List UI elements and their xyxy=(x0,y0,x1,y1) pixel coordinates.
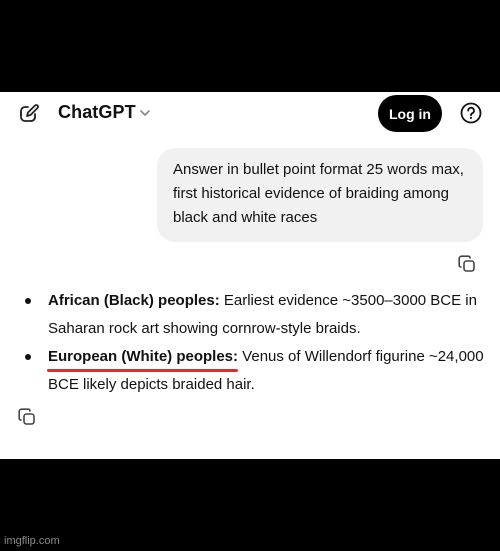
top-bar: ChatGPT Log in xyxy=(0,92,500,134)
highlight-underline-wrap: European (White) peoples: xyxy=(47,343,239,372)
user-message-bubble: Answer in bullet point format 25 words m… xyxy=(157,148,483,242)
assistant-answer: African (Black) peoples: Earliest eviden… xyxy=(20,287,490,399)
model-title[interactable]: ChatGPT xyxy=(58,102,136,123)
bullet-dot xyxy=(25,298,31,304)
answer-bullet: African (Black) peoples: Earliest eviden… xyxy=(20,287,490,343)
copy-icon[interactable] xyxy=(18,408,36,426)
edit-icon[interactable] xyxy=(19,104,39,124)
imgflip-watermark: imgflip.com xyxy=(4,535,60,547)
chevron-down-icon[interactable] xyxy=(139,107,151,119)
chat-screen: ChatGPT Log in Answer in bullet point fo… xyxy=(0,92,500,459)
bullet-heading: European (White) peoples: xyxy=(48,348,239,365)
bullet-heading: African (Black) peoples: xyxy=(48,292,220,309)
answer-bullet: European (White) peoples: Venus of Wille… xyxy=(20,343,490,399)
copy-icon[interactable] xyxy=(458,255,476,273)
help-circle-icon[interactable] xyxy=(460,102,482,124)
login-button[interactable]: Log in xyxy=(378,95,442,132)
bullet-dot xyxy=(25,354,31,360)
red-underline xyxy=(47,369,239,372)
